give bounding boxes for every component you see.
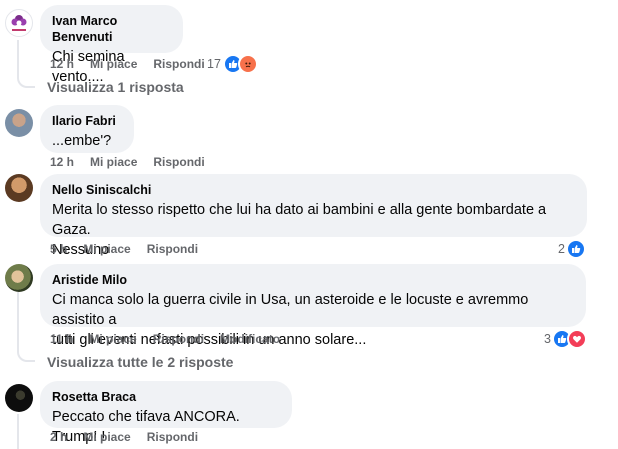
comment-time[interactable]: 11 h [50, 331, 73, 347]
comment-author[interactable]: Ilario Fabri [52, 113, 122, 129]
reaction-summary[interactable]: 2 [558, 239, 586, 259]
angry-face-icon [237, 54, 258, 74]
comment-author[interactable]: Ivan Marco Benvenuti [52, 13, 171, 45]
avatar[interactable] [5, 264, 33, 292]
thread-line [17, 414, 19, 449]
avatar[interactable] [5, 174, 33, 202]
view-replies-link[interactable]: Visualizza tutte le 2 risposte [47, 354, 233, 370]
comment-bubble: Nello Siniscalchi Merita lo stesso rispe… [40, 174, 587, 258]
reply-button[interactable]: Rispondi [147, 429, 198, 445]
edited-label: Modificato [220, 332, 281, 346]
thread-connector [17, 346, 35, 362]
comment-time[interactable]: 5 h [50, 241, 67, 257]
comment-text-line-1: Ci manca solo la guerra civile in Usa, u… [52, 292, 529, 328]
heart-icon [566, 329, 587, 349]
reply-button[interactable]: Rispondi [153, 56, 204, 72]
reaction-count: 17 [207, 57, 221, 71]
like-button[interactable]: Mi piace [89, 331, 136, 347]
comment-bubble: Aristide Milo Ci manca solo la guerra ci… [40, 264, 586, 348]
comment-bubble: Rosetta Braca Peccato che tifava ANCORA.… [40, 381, 292, 445]
reply-button[interactable]: Rispondi [147, 241, 198, 257]
avatar[interactable] [5, 9, 33, 37]
comment-author[interactable]: Rosetta Braca [52, 389, 280, 405]
comment-time[interactable]: 2 h [50, 429, 67, 445]
reaction-summary[interactable]: 3 [544, 329, 587, 349]
view-replies-link[interactable]: Visualizza 1 risposta [47, 79, 184, 95]
comment-text: ...embe'? [52, 133, 112, 149]
comment-text-line-1: Merita lo stesso rispetto che lui ha dat… [52, 202, 547, 238]
thread-connector [17, 72, 35, 88]
comment-author[interactable]: Aristide Milo [52, 272, 574, 288]
comment-actions: 2 h Mi piace Rispondi [50, 429, 214, 445]
thread-line [17, 292, 19, 348]
flower-logo-icon [11, 15, 27, 31]
reply-button[interactable]: Rispondi [153, 154, 204, 170]
comment-actions: 11 h Mi piace Rispondi Modificato [50, 331, 296, 347]
comment-bubble: Ivan Marco Benvenuti Chi semina vento...… [40, 5, 183, 85]
like-button[interactable]: Mi piace [90, 56, 137, 72]
comment-time[interactable]: 12 h [50, 154, 74, 170]
reaction-count: 3 [544, 332, 551, 346]
like-button[interactable]: Mi piace [83, 429, 130, 445]
thread-line [17, 40, 19, 74]
comment-actions: 12 h Mi piace Rispondi [50, 56, 221, 72]
comment-author[interactable]: Nello Siniscalchi [52, 182, 575, 198]
avatar[interactable] [5, 109, 33, 137]
reaction-summary[interactable]: 17 [207, 54, 258, 74]
like-button[interactable]: Mi piace [83, 241, 130, 257]
reaction-count: 2 [558, 242, 565, 256]
like-button[interactable]: Mi piace [90, 154, 137, 170]
comment-actions: 12 h Mi piace Rispondi [50, 154, 221, 170]
thumbs-up-icon [565, 239, 586, 259]
avatar[interactable] [5, 384, 33, 412]
reply-button[interactable]: Rispondi [153, 331, 204, 347]
comment-bubble: Ilario Fabri ...embe'? [40, 105, 134, 153]
comment-time[interactable]: 12 h [50, 56, 74, 72]
comment-actions: 5 h Mi piace Rispondi [50, 241, 214, 257]
